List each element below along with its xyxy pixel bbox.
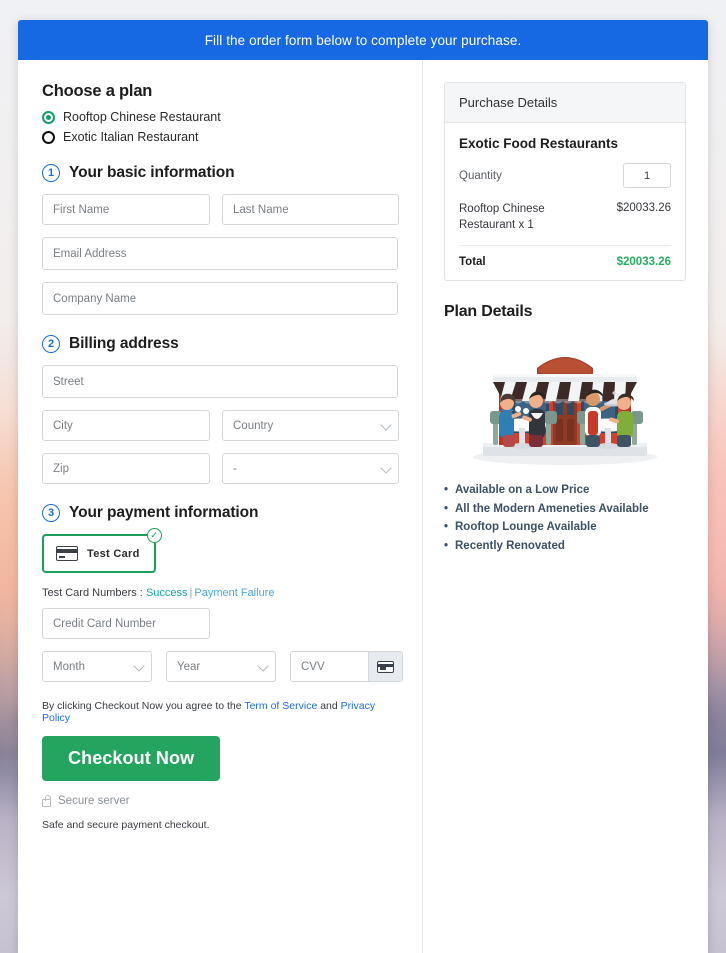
checkout-card: Fill the order form below to complete yo… <box>18 20 708 953</box>
test-card-failure-link[interactable]: Payment Failure <box>194 587 274 599</box>
credit-card-icon <box>56 546 78 561</box>
last-name-input[interactable] <box>222 194 399 225</box>
line-item-price: $20033.26 <box>616 202 671 214</box>
plan-details-title: Plan Details <box>444 303 533 321</box>
terms-agreement-text: By clicking Checkout Now you agree to th… <box>42 700 398 724</box>
credit-card-icon <box>377 660 394 673</box>
cvv-input[interactable] <box>291 652 368 681</box>
step-number-badge: 1 <box>42 164 60 182</box>
order-form-column: Choose a plan Rooftop Chinese Restaurant… <box>18 60 423 953</box>
terms-prefix: By clicking Checkout Now you agree to th… <box>42 700 242 712</box>
test-numbers-prefix: Test Card Numbers : <box>42 587 143 599</box>
state-select-value: - <box>222 453 399 484</box>
check-circle-icon: ✓ <box>146 528 162 543</box>
quantity-row: Quantity <box>459 163 671 188</box>
step-title: Billing address <box>69 335 179 352</box>
banner-message: Fill the order form below to complete yo… <box>204 32 522 48</box>
test-card-label: Test Card <box>87 547 140 560</box>
safe-payment-note: Safe and secure payment checkout. <box>42 819 210 831</box>
plan-feature-item: Recently Renovated <box>444 537 686 556</box>
quantity-input[interactable] <box>623 163 671 188</box>
email-input[interactable] <box>42 237 398 270</box>
plan-feature-item: Available on a Low Price <box>444 481 686 500</box>
radio-selected-icon[interactable] <box>42 110 55 124</box>
secure-server-row: Secure server <box>42 794 398 807</box>
page-banner: Fill the order form below to complete yo… <box>18 20 708 60</box>
name-field-row <box>42 194 399 225</box>
country-select-value: Country <box>222 410 399 441</box>
purchase-product-name: Exotic Food Restaurants <box>459 136 619 151</box>
credit-card-number-input[interactable] <box>42 608 210 639</box>
plan-option-exotic-italian[interactable]: Exotic Italian Restaurant <box>42 130 398 144</box>
plan-option-rooftop-chinese[interactable]: Rooftop Chinese Restaurant <box>42 110 398 124</box>
total-label: Total <box>459 256 486 269</box>
checkout-now-button[interactable]: Checkout Now <box>42 736 221 781</box>
choose-plan-title: Choose a plan <box>42 82 153 100</box>
purchase-details-heading: Purchase Details <box>445 83 685 123</box>
plan-feature-item: All the Modern Ameneties Available <box>444 500 686 519</box>
test-card-success-link[interactable]: Success <box>146 587 188 599</box>
purchase-details-panel: Purchase Details Exotic Food Restaurants… <box>444 82 686 282</box>
purchase-details-body: Exotic Food Restaurants Quantity Rooftop… <box>445 123 685 280</box>
expiry-year-value: Year <box>166 651 276 682</box>
zip-state-row: - <box>42 453 399 484</box>
city-country-row: Country <box>42 410 399 441</box>
street-input[interactable] <box>42 365 398 398</box>
lock-icon <box>42 794 51 807</box>
secure-server-label: Secure server <box>58 795 130 807</box>
step-number-badge: 3 <box>42 504 60 522</box>
terms-middle: and <box>320 700 338 712</box>
expiry-month-select[interactable]: Month <box>42 651 152 682</box>
expiry-year-select[interactable]: Year <box>166 651 276 682</box>
state-select[interactable]: - <box>222 453 399 484</box>
plan-option-label: Rooftop Chinese Restaurant <box>63 110 221 124</box>
line-item-name: Rooftop Chinese Restaurant x 1 <box>459 203 545 231</box>
company-field-row <box>42 282 398 315</box>
step-title: Your payment information <box>69 504 259 521</box>
email-field-row <box>42 237 398 270</box>
street-field-row <box>42 365 398 398</box>
expiry-month-value: Month <box>42 651 152 682</box>
step-number-badge: 2 <box>42 335 60 353</box>
plan-features-list: Available on a Low Price All the Modern … <box>444 481 686 556</box>
step-title: Your basic information <box>69 164 235 181</box>
order-total-row: Total $20033.26 <box>459 256 671 268</box>
step-2-header: 2 Billing address <box>42 335 398 353</box>
quantity-label: Quantity <box>459 169 502 182</box>
plan-feature-item: Rooftop Lounge Available <box>444 518 686 537</box>
city-input[interactable] <box>42 410 210 441</box>
restaurant-storefront-illustration <box>473 357 657 466</box>
company-name-input[interactable] <box>42 282 398 315</box>
radio-unselected-icon[interactable] <box>42 130 55 144</box>
step-1-header: 1 Your basic information <box>42 164 398 182</box>
order-line-item: Rooftop Chinese Restaurant x 1 $20033.26 <box>459 202 671 247</box>
test-card-numbers-line: Test Card Numbers : Success | Payment Fail… <box>42 587 398 599</box>
zip-input[interactable] <box>42 453 210 484</box>
test-card-method-tile[interactable]: ✓ Test Card <box>42 528 162 573</box>
summary-column: Purchase Details Exotic Food Restaurants… <box>423 60 708 953</box>
plan-option-label: Exotic Italian Restaurant <box>63 130 199 144</box>
country-select[interactable]: Country <box>222 410 399 441</box>
cvv-help-button[interactable] <box>368 652 402 681</box>
terms-of-service-link[interactable]: Term of Service <box>244 700 317 712</box>
total-value: $20033.26 <box>616 256 671 269</box>
step-3-header: 3 Your payment information <box>42 504 398 522</box>
expiry-cvv-row: Month Year <box>42 651 403 682</box>
card-body: Choose a plan Rooftop Chinese Restaurant… <box>18 60 708 953</box>
first-name-input[interactable] <box>42 194 210 225</box>
cvv-input-group <box>290 651 403 682</box>
card-number-row <box>42 608 398 639</box>
